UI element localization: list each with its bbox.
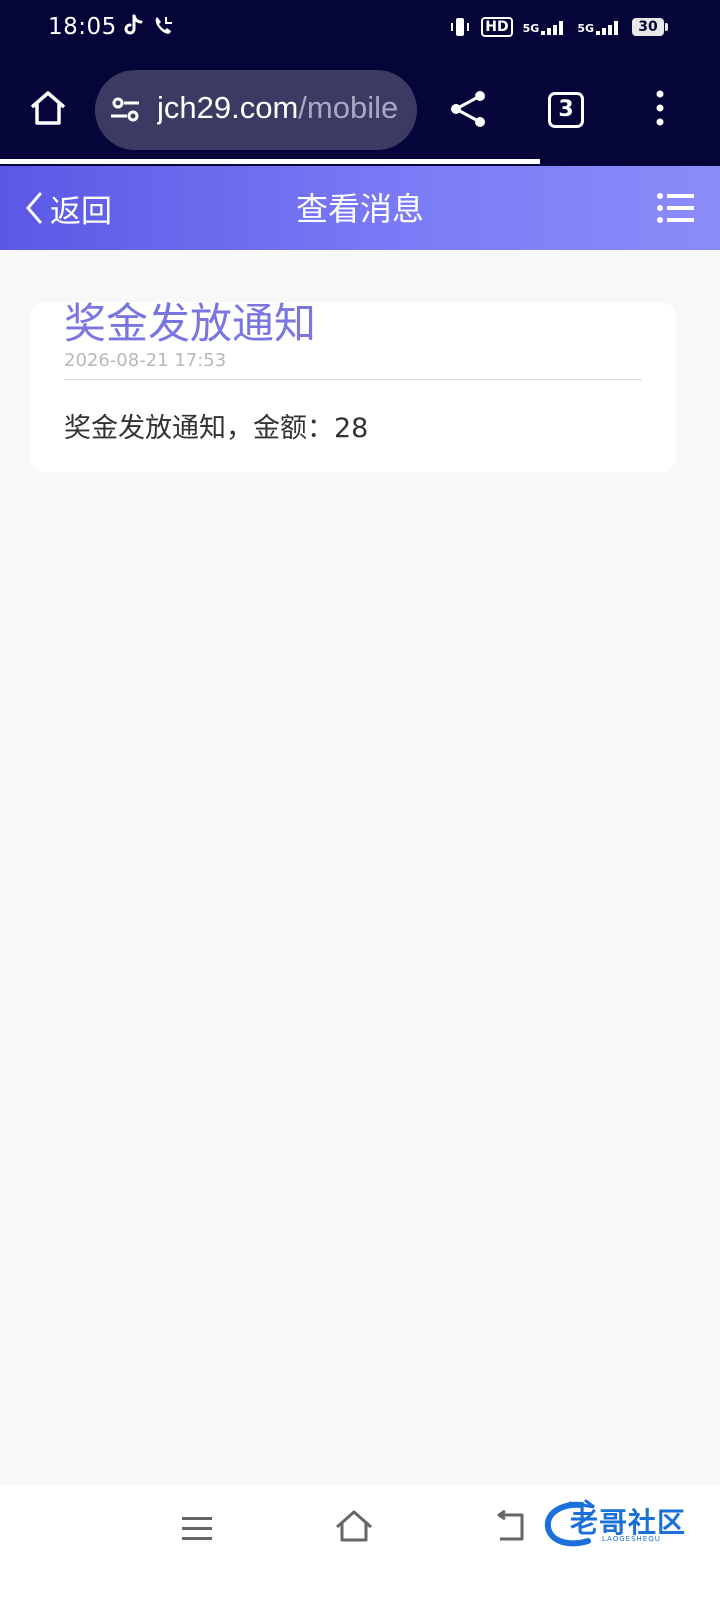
tab-count-button[interactable]: 3 xyxy=(548,92,584,128)
signal-5g-icon: 5G xyxy=(577,19,622,35)
status-left-icons xyxy=(122,14,176,38)
watermark-subtext: LAOGESHEQU xyxy=(602,1535,661,1543)
page-load-progress-fill xyxy=(0,159,540,164)
url-host: jch29.com xyxy=(157,90,299,125)
url-path: /mobile xyxy=(298,90,399,125)
message-datetime: 2026-08-21 17:53 xyxy=(64,350,227,371)
system-navigation-bar: 老哥社区 LAOGESHEQU xyxy=(0,1485,720,1600)
call-icon xyxy=(155,17,172,34)
status-right-icons: HD 5G 5G 30 xyxy=(449,16,668,38)
home-icon[interactable] xyxy=(334,1507,374,1547)
tiktok-icon xyxy=(124,14,143,35)
battery-icon: 30 xyxy=(632,18,668,36)
message-title: 奖金发放通知 xyxy=(64,299,317,348)
back-arrow-icon[interactable] xyxy=(492,1509,528,1545)
status-time: 18:05 xyxy=(48,14,117,40)
recent-apps-icon[interactable] xyxy=(180,1515,214,1543)
list-menu-icon[interactable] xyxy=(656,192,694,224)
message-card: 奖金发放通知 2026-08-21 17:53 奖金发放通知，金额：28 xyxy=(30,299,676,472)
message-content-area: 奖金发放通知 2026-08-21 17:53 奖金发放通知，金额：28 xyxy=(0,250,720,1485)
message-body: 奖金发放通知，金额：28 xyxy=(64,413,369,444)
vibrate-icon xyxy=(451,18,470,36)
browser-toolbar: jch29.com/mobile 3 xyxy=(0,58,720,166)
site-settings-icon[interactable] xyxy=(109,94,141,126)
network-type-1: 5G xyxy=(522,22,540,35)
divider xyxy=(64,379,642,380)
status-bar: 18:05 HD 5G 5G 30 xyxy=(0,0,720,58)
url-text[interactable]: jch29.com/mobile xyxy=(157,90,402,126)
hd-icon: HD xyxy=(481,17,513,37)
page-title: 查看消息 xyxy=(295,190,424,228)
share-icon[interactable] xyxy=(448,88,490,130)
address-bar[interactable]: jch29.com/mobile xyxy=(95,70,417,150)
browser-home-icon[interactable] xyxy=(28,88,68,128)
watermark-logo: 老哥社区 LAOGESHEQU xyxy=(542,1499,692,1549)
page-load-progress xyxy=(0,159,720,166)
network-type-2: 5G xyxy=(577,22,594,35)
more-options-icon[interactable] xyxy=(650,88,670,128)
app-header: 返回 查看消息 xyxy=(0,166,720,250)
signal-5g-icon: 5G xyxy=(523,19,568,35)
